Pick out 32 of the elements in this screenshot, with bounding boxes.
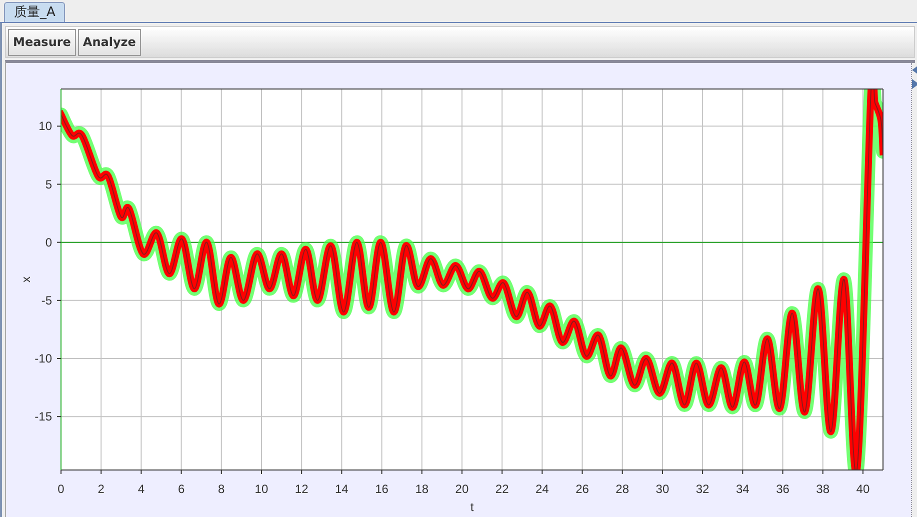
y-axis-title: x [19, 276, 33, 282]
x-tick-label: 2 [98, 482, 104, 496]
x-tick-label: 36 [776, 482, 790, 496]
x-tick-label: 0 [58, 482, 64, 496]
x-tick-label: 28 [616, 482, 630, 496]
y-tick-label: -10 [34, 352, 52, 366]
toolbar-button[interactable]: Measure [8, 28, 76, 56]
x-tick-label: 8 [218, 482, 225, 496]
toolbar-button[interactable]: Analyze [78, 28, 141, 56]
x-tick-label: 24 [536, 482, 549, 496]
x-tick-label: 40 [856, 482, 870, 496]
y-tick-label: 0 [45, 235, 52, 250]
x-tick-label: 14 [335, 482, 348, 496]
x-tick-label: 38 [816, 482, 830, 496]
x-tick-label: 30 [656, 482, 670, 496]
x-tick-label: 16 [375, 482, 388, 496]
y-tick-label: -5 [41, 293, 52, 308]
x-tick-label: 4 [138, 482, 145, 496]
x-tick-label: 26 [576, 482, 589, 496]
y-tick-label: -15 [34, 410, 52, 424]
x-tick-label: 10 [254, 482, 268, 496]
y-tick-label: 5 [45, 177, 52, 192]
y-tick-label: 10 [38, 119, 52, 134]
x-tick-label: 22 [495, 482, 509, 496]
x-tick-label: 20 [455, 482, 469, 496]
x-tick-label: 6 [178, 482, 185, 496]
x-tick-label: 32 [696, 482, 710, 496]
x-axis-title: t [470, 500, 474, 514]
x-tick-label: 12 [294, 482, 308, 496]
x-tick-label: 34 [736, 482, 750, 496]
tab[interactable]: 质量_A [4, 2, 66, 22]
x-tick-label: 18 [415, 482, 429, 496]
